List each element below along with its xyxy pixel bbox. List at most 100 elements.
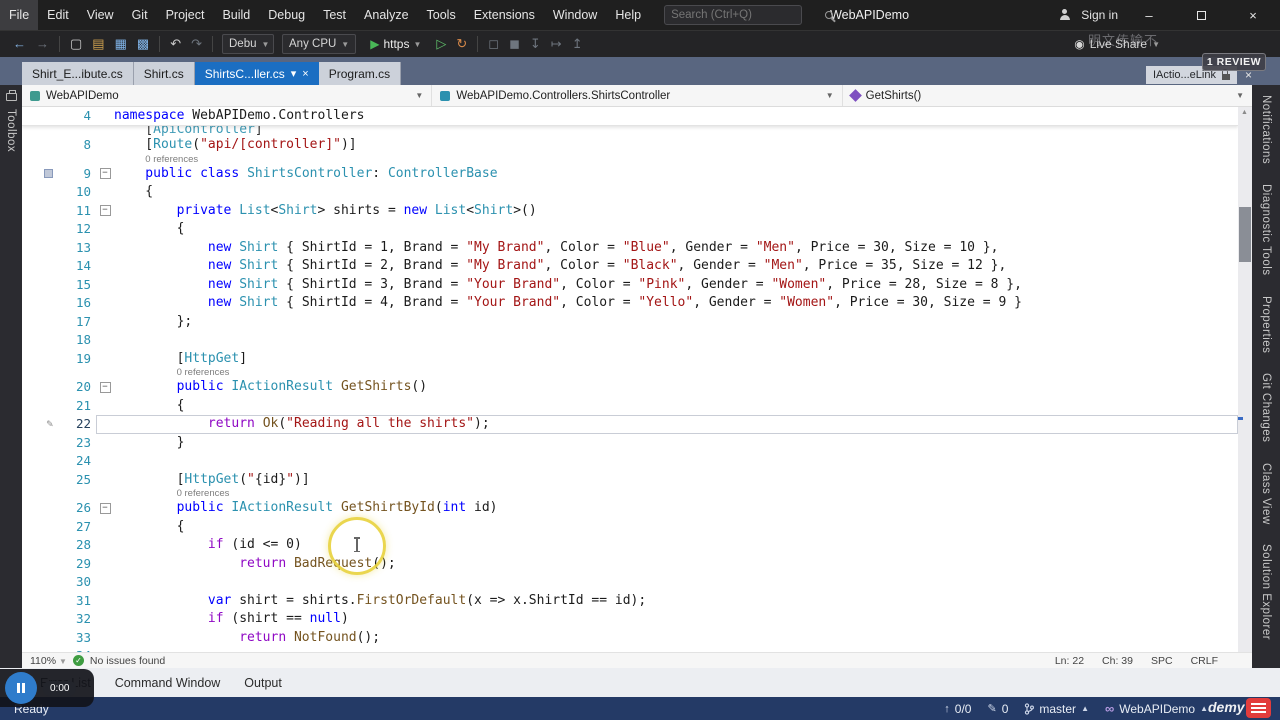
- user-icon: [1058, 9, 1071, 21]
- git-branch-button[interactable]: master ▲: [1024, 702, 1089, 716]
- chevron-down-icon: ▼: [341, 39, 350, 49]
- tab-program-cs[interactable]: Program.cs: [318, 62, 402, 85]
- line-number: 23: [75, 434, 91, 450]
- chevron-up-icon: ▲: [1081, 704, 1089, 713]
- line-number: 29: [75, 555, 91, 571]
- menu-edit[interactable]: Edit: [38, 0, 78, 30]
- tool-tab-git-changes[interactable]: Git Changes: [1260, 373, 1272, 442]
- maximize-button[interactable]: [1180, 0, 1222, 30]
- repository-button[interactable]: ∞ WebAPIDemo ▲: [1105, 701, 1208, 716]
- stop-icon[interactable]: ◼: [504, 31, 525, 57]
- line-number: 10: [75, 184, 91, 199]
- tab-shirt-cs[interactable]: Shirt.cs: [133, 62, 195, 85]
- tool-tab-solution-explorer[interactable]: Solution Explorer: [1260, 544, 1272, 640]
- menu-window[interactable]: Window: [544, 0, 606, 30]
- search-input[interactable]: [671, 9, 826, 21]
- toolbox-tab[interactable]: Toolbox: [5, 109, 17, 152]
- step-over-icon[interactable]: ↦: [546, 31, 567, 57]
- menu-debug[interactable]: Debug: [259, 0, 314, 30]
- pending-changes-button[interactable]: ✎ 0: [987, 702, 1008, 716]
- edited-line-pencil-icon: ✎: [46, 417, 53, 430]
- codelens-row[interactable]: 0 references: [22, 154, 1238, 165]
- scrollbar-thumb[interactable]: [1239, 207, 1251, 262]
- chevron-down-icon: ▼: [261, 39, 270, 49]
- zoom-dropdown[interactable]: 110% ▼: [30, 655, 67, 667]
- panel-tab-output[interactable]: Output: [232, 676, 294, 690]
- fold-collapse-icon[interactable]: −: [99, 205, 111, 217]
- tab-label: ShirtsC...ller.cs: [204, 66, 285, 81]
- start-debug-button[interactable]: ▶ https ▼: [363, 33, 428, 55]
- step-out-icon[interactable]: ↥: [567, 31, 588, 57]
- menu-view[interactable]: View: [78, 0, 123, 30]
- menu-project[interactable]: Project: [157, 0, 214, 30]
- code-line-11: 11− private List<Shirt> shirts = new List…: [22, 202, 1238, 221]
- tab-label: Program.cs: [328, 66, 391, 81]
- code-line-23: 23}: [22, 434, 1238, 453]
- configuration-dropdown[interactable]: Debu ▼: [222, 34, 274, 54]
- menu-build[interactable]: Build: [213, 0, 259, 30]
- tab-shirtsc-ller-cs[interactable]: ShirtsC...ller.cs ▾ ×: [194, 62, 319, 85]
- save-icon[interactable]: ▦: [110, 31, 132, 57]
- minimize-button[interactable]: –: [1128, 0, 1170, 30]
- text-cursor-icon: [354, 537, 359, 552]
- window-title: WebAPIDemo: [830, 8, 910, 22]
- editor-scrollbar[interactable]: ▲: [1238, 107, 1252, 652]
- sync-arrows-icon: ↑: [944, 702, 950, 715]
- menu-tools[interactable]: Tools: [418, 0, 465, 30]
- search-box[interactable]: [664, 5, 834, 25]
- code-editor[interactable]: 4 namespace WebAPIDemo.Controllers [ApiCo…: [22, 107, 1238, 652]
- tool-tab-properties[interactable]: Properties: [1260, 296, 1272, 353]
- close-tab-icon[interactable]: ×: [302, 68, 308, 80]
- menu-git[interactable]: Git: [123, 0, 157, 30]
- menu-extensions[interactable]: Extensions: [465, 0, 544, 30]
- close-button[interactable]: ×: [1232, 0, 1274, 30]
- fold-collapse-icon[interactable]: −: [99, 168, 111, 180]
- git-sync-button[interactable]: ↑ 0/0: [944, 702, 971, 716]
- code-line-18: 18: [22, 331, 1238, 350]
- hot-reload-icon[interactable]: ↻: [451, 31, 472, 57]
- menu-file[interactable]: File: [0, 0, 39, 30]
- tool-tab-notifications[interactable]: Notifications: [1260, 95, 1272, 164]
- scroll-up-icon[interactable]: ▲: [1241, 109, 1248, 116]
- project-icon: [30, 90, 40, 101]
- menu-help[interactable]: Help: [606, 0, 650, 30]
- breadcrumb-type-dropdown[interactable]: WebAPIDemo.Controllers.ShirtsController …: [432, 85, 843, 106]
- line-number: 16: [75, 295, 91, 310]
- menu-analyze[interactable]: Analyze: [355, 0, 417, 30]
- chevron-down-icon: ▼: [1236, 91, 1244, 100]
- issues-label[interactable]: No issues found: [90, 655, 165, 667]
- pause-button[interactable]: [5, 672, 37, 704]
- open-file-icon[interactable]: ▤: [87, 31, 109, 57]
- new-file-icon[interactable]: ▢: [65, 31, 87, 57]
- class-icon: [440, 90, 451, 101]
- redo-icon[interactable]: ↷: [186, 31, 207, 57]
- undo-icon[interactable]: ↶: [165, 31, 186, 57]
- save-all-icon[interactable]: ▩: [132, 31, 154, 57]
- tab-shirt-e-ibute-cs[interactable]: Shirt_E...ibute.cs: [22, 62, 134, 85]
- menu-test[interactable]: Test: [314, 0, 355, 30]
- run-without-debug-icon[interactable]: ▷: [431, 31, 451, 57]
- line-number: 11: [75, 202, 91, 218]
- sign-in-button[interactable]: Sign in: [1081, 8, 1118, 22]
- search-icon: [825, 11, 834, 19]
- line-indicator: Ln: 22: [1054, 654, 1085, 667]
- keep-open-icon[interactable]: ▾: [291, 67, 297, 80]
- nav-forward-icon[interactable]: →: [31, 31, 54, 57]
- left-tool-strip: Toolbox: [0, 85, 22, 668]
- break-all-icon[interactable]: ◻: [483, 31, 504, 57]
- tab-label: Shirt.cs: [143, 66, 184, 81]
- breadcrumb-member-dropdown[interactable]: GetShirts() ▼: [843, 85, 1252, 106]
- nav-back-icon[interactable]: ←: [8, 31, 31, 57]
- breadcrumb-project-dropdown[interactable]: WebAPIDemo ▼: [22, 85, 433, 106]
- line-number: 9: [83, 165, 91, 181]
- codelens-row[interactable]: 0 references: [22, 368, 1238, 378]
- tool-tab-diagnostic-tools[interactable]: Diagnostic Tools: [1260, 184, 1272, 276]
- fold-collapse-icon[interactable]: −: [99, 381, 111, 393]
- fold-collapse-icon[interactable]: −: [99, 502, 111, 514]
- line-number: 27: [75, 518, 91, 534]
- platform-dropdown[interactable]: Any CPU ▼: [282, 34, 357, 54]
- tool-tab-class-view[interactable]: Class View: [1260, 463, 1272, 525]
- panel-tab-command-window[interactable]: Command Window: [103, 676, 233, 690]
- step-into-icon[interactable]: ↧: [525, 31, 546, 57]
- codelens-row[interactable]: 0 references: [22, 489, 1238, 499]
